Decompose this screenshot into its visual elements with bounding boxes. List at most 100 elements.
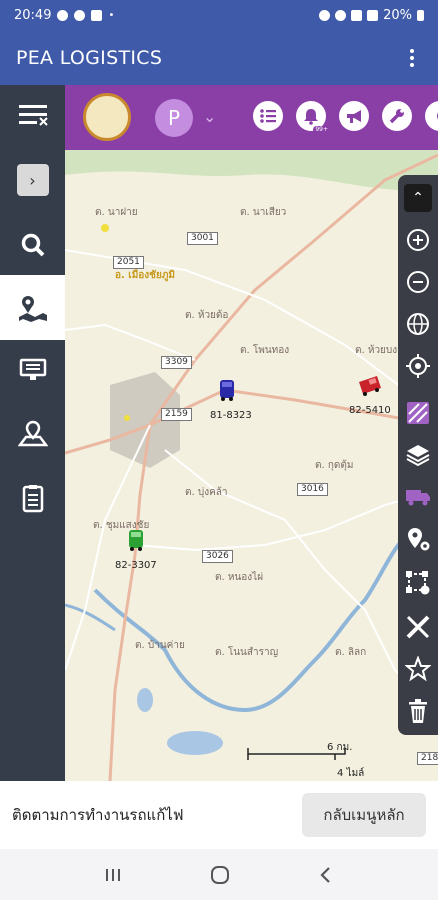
page-caption: ติดตามการทำงานรถแก้ไฟ — [12, 806, 184, 824]
gear-icon — [437, 112, 438, 120]
vehicle-plate: 82-5410 — [349, 405, 391, 416]
user-avatar[interactable]: P — [155, 99, 193, 137]
place-label: ต. ลิลก — [335, 647, 367, 658]
truck-icon — [220, 380, 234, 401]
road-number: 3001 — [187, 232, 218, 245]
district-label: อ. เมืองชัยภูมิ — [115, 270, 176, 281]
area-edit-button[interactable] — [398, 563, 438, 603]
monitor-icon — [19, 358, 46, 380]
chevron-right-icon: › — [16, 164, 49, 196]
clipboard-icon — [22, 485, 43, 513]
crosshair-icon — [406, 354, 430, 378]
notification-button[interactable]: 99+ — [296, 101, 330, 133]
menu-toggle-button[interactable] — [0, 85, 65, 145]
dot-icon: • — [108, 9, 115, 21]
place-label: ต. บุ่งคล้า — [185, 487, 228, 498]
search-button[interactable] — [0, 215, 65, 275]
recent-apps-icon[interactable] — [103, 866, 123, 884]
place-label: ต. นาเสียว — [240, 207, 287, 218]
place-label: ต. ห้วยต้อ — [185, 310, 229, 321]
place-label: ต. โพนทอง — [240, 345, 290, 356]
polygon-edit-icon — [406, 571, 430, 595]
report-button[interactable] — [0, 468, 65, 528]
vehicle-marker[interactable] — [215, 378, 239, 402]
battery-icon — [417, 9, 424, 21]
road-number: 2051 — [113, 256, 144, 269]
road-number: 3016 — [297, 483, 328, 496]
vehicle-list-button[interactable] — [398, 477, 438, 517]
chat-icon — [74, 9, 86, 21]
place-label: ต. ห้วยบง — [355, 345, 398, 356]
chevron-down-icon[interactable]: ⌄ — [203, 107, 216, 126]
vehicle-marker[interactable] — [357, 374, 383, 398]
search-icon — [21, 233, 44, 257]
map-toolbar: P ⌄ 99+ — [65, 85, 438, 150]
road-number: 3026 — [202, 550, 233, 563]
wifi-icon — [351, 9, 363, 21]
place-settings-button[interactable] — [398, 519, 438, 559]
vehicle-plate: 82-3307 — [115, 560, 157, 571]
collapse-button[interactable]: ⌃ — [398, 178, 438, 218]
more-options-icon[interactable] — [402, 46, 422, 70]
ruler-pencil-icon — [406, 615, 430, 639]
vehicle-marker[interactable] — [125, 528, 147, 552]
truck-icon — [406, 490, 430, 506]
my-location-button[interactable] — [398, 346, 438, 386]
pea-logo — [83, 93, 131, 141]
map-pin-gear-icon — [408, 528, 430, 551]
list-icon — [260, 109, 276, 123]
trash-icon — [409, 699, 427, 723]
road-number: 2159 — [161, 408, 192, 421]
app-bar: PEA LOGISTICS — [0, 30, 438, 85]
notification-icon — [91, 9, 103, 21]
home-icon[interactable] — [209, 864, 231, 886]
back-to-main-menu-button[interactable]: กลับเมนูหลัก — [302, 793, 426, 837]
globe-button[interactable] — [398, 304, 438, 344]
battery-text: 20% — [383, 7, 412, 23]
avatar-letter: P — [167, 106, 181, 130]
star-icon — [405, 656, 431, 682]
vehicle-plate: 81-8323 — [210, 410, 252, 421]
map-canvas — [65, 150, 438, 781]
gear-button[interactable] — [425, 101, 438, 131]
signal-icon — [367, 9, 379, 21]
truck-icon — [359, 376, 381, 396]
favorite-button[interactable] — [398, 649, 438, 689]
map-pin-icon — [17, 420, 48, 447]
layers-icon — [406, 445, 430, 467]
bottom-bar: ติดตามการทำงานรถแก้ไฟ กลับเมนูหลัก — [0, 781, 438, 849]
notification-badge: 99+ — [313, 126, 330, 133]
zoom-in-icon — [407, 229, 429, 251]
monitor-button[interactable] — [0, 340, 65, 400]
delete-button[interactable] — [398, 691, 438, 731]
place-label: ต. บ้านค่าย — [135, 640, 185, 651]
settings-wrench-button[interactable] — [382, 101, 412, 131]
layers-button[interactable] — [398, 435, 438, 475]
place-label: ต. นาฝาย — [95, 207, 138, 218]
map-tracking-button[interactable] — [0, 275, 65, 340]
place-label: ต. โนนสำราญ — [215, 647, 279, 658]
announcement-button[interactable] — [339, 101, 369, 131]
map-tools-panel: ⌃ — [398, 175, 438, 735]
map-view[interactable]: ต. นาฝาย ต. นาเสียว อ. เมืองชัยภูมิ ต. ห… — [65, 150, 438, 781]
chevron-up-icon: ⌃ — [404, 184, 432, 212]
back-icon[interactable] — [317, 865, 335, 885]
menu-close-icon — [18, 105, 48, 126]
truck-icon — [129, 530, 143, 551]
road-number: 2184 — [417, 752, 438, 765]
expand-button[interactable]: › — [0, 150, 65, 210]
traffic-map-icon — [407, 402, 429, 424]
list-button[interactable] — [253, 101, 283, 131]
messenger-icon — [57, 9, 69, 21]
zoom-in-button[interactable] — [398, 220, 438, 260]
location-map-button[interactable] — [0, 403, 65, 463]
globe-icon — [407, 313, 429, 335]
megaphone-icon — [347, 110, 361, 123]
system-nav-bar — [0, 849, 438, 900]
traffic-layer-button[interactable] — [398, 393, 438, 433]
place-label: ต. หนองไผ่ — [215, 572, 264, 583]
measure-tool-button[interactable] — [398, 607, 438, 647]
road-number: 3309 — [161, 356, 192, 369]
place-label: ต. กุดตุ้ม — [315, 460, 354, 471]
zoom-out-button[interactable] — [398, 262, 438, 302]
